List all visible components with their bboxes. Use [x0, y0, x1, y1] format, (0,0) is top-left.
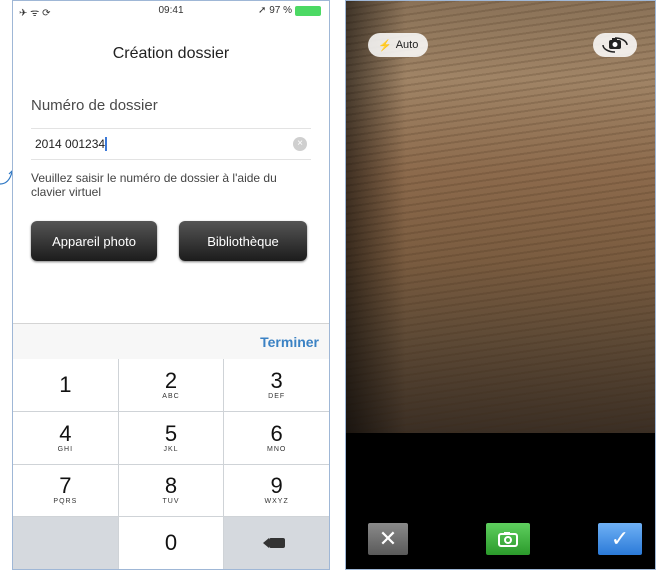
flash-toggle[interactable]: ⚡ Auto — [368, 33, 429, 57]
key-empty — [13, 517, 118, 569]
camera-icon — [498, 532, 518, 547]
key-3[interactable]: 3 DEF — [224, 359, 329, 411]
switch-camera-button[interactable] — [593, 33, 637, 57]
shutter-button[interactable] — [486, 523, 530, 555]
key-5[interactable]: 5 JKL — [118, 411, 224, 464]
numeric-keyboard: Terminer 1 2 ABC 3 DEF 4 GHI 5 JKL 6 MNO 7 PQR… — [13, 323, 329, 569]
keypad: 1 2 ABC 3 DEF 4 GHI 5 JKL 6 MNO 7 PQRS 8 TUV 9W… — [13, 359, 329, 569]
hint-text: Veuillez saisir le numéro de dossier à l… — [31, 171, 277, 199]
key-7[interactable]: 7 PQRS — [13, 464, 118, 517]
switch-camera-icon — [602, 37, 628, 53]
battery-label: ➚ 97 % — [258, 5, 292, 16]
library-button[interactable]: Bibliothèque — [179, 221, 307, 261]
clear-icon[interactable]: × — [293, 137, 307, 151]
cancel-button[interactable]: ✕ — [368, 523, 408, 555]
key-2[interactable]: 2 ABC — [118, 359, 224, 411]
dossier-number-field[interactable]: 2014 001234 × — [31, 128, 311, 160]
right-phone-camera: ⚡ Auto ✕ ✓ — [345, 0, 656, 570]
flash-icon: ⚡ — [378, 39, 392, 52]
left-phone-screen: ✈ ᯤ ⟳ 09:41 ➚ 97 % Création dossier Numé… — [12, 0, 330, 570]
key-4[interactable]: 4 GHI — [13, 411, 118, 464]
key-delete[interactable] — [224, 517, 329, 569]
dossier-number-value: 2014 001234 — [35, 137, 106, 151]
done-button[interactable]: Terminer — [260, 334, 319, 350]
flash-label: Auto — [395, 39, 419, 51]
checkmark-icon: ✓ — [610, 526, 630, 551]
keyboard-toolbar: Terminer — [13, 323, 329, 360]
key-1[interactable]: 1 — [13, 359, 118, 411]
section-label: Numéro de dossier — [31, 97, 158, 114]
key-6[interactable]: 6 MNO — [224, 411, 329, 464]
camera-button[interactable]: Appareil photo — [31, 221, 157, 261]
status-bar: ✈ ᯤ ⟳ 09:41 ➚ 97 % — [13, 1, 329, 21]
viewfinder-shadow — [346, 1, 406, 433]
page-title: Création dossier — [112, 45, 230, 62]
key-8[interactable]: 8 TUV — [118, 464, 224, 517]
battery-icon — [295, 5, 321, 16]
close-icon: ✕ — [378, 526, 398, 551]
camera-viewfinder[interactable]: ⚡ Auto — [346, 1, 655, 433]
backspace-icon — [262, 538, 285, 549]
confirm-button[interactable]: ✓ — [598, 523, 642, 555]
battery-status: ➚ 97 % — [258, 5, 321, 16]
text-cursor — [105, 137, 108, 151]
key-9[interactable]: 9 WXYZ — [224, 464, 329, 517]
key-0[interactable]: 0 — [118, 517, 224, 569]
